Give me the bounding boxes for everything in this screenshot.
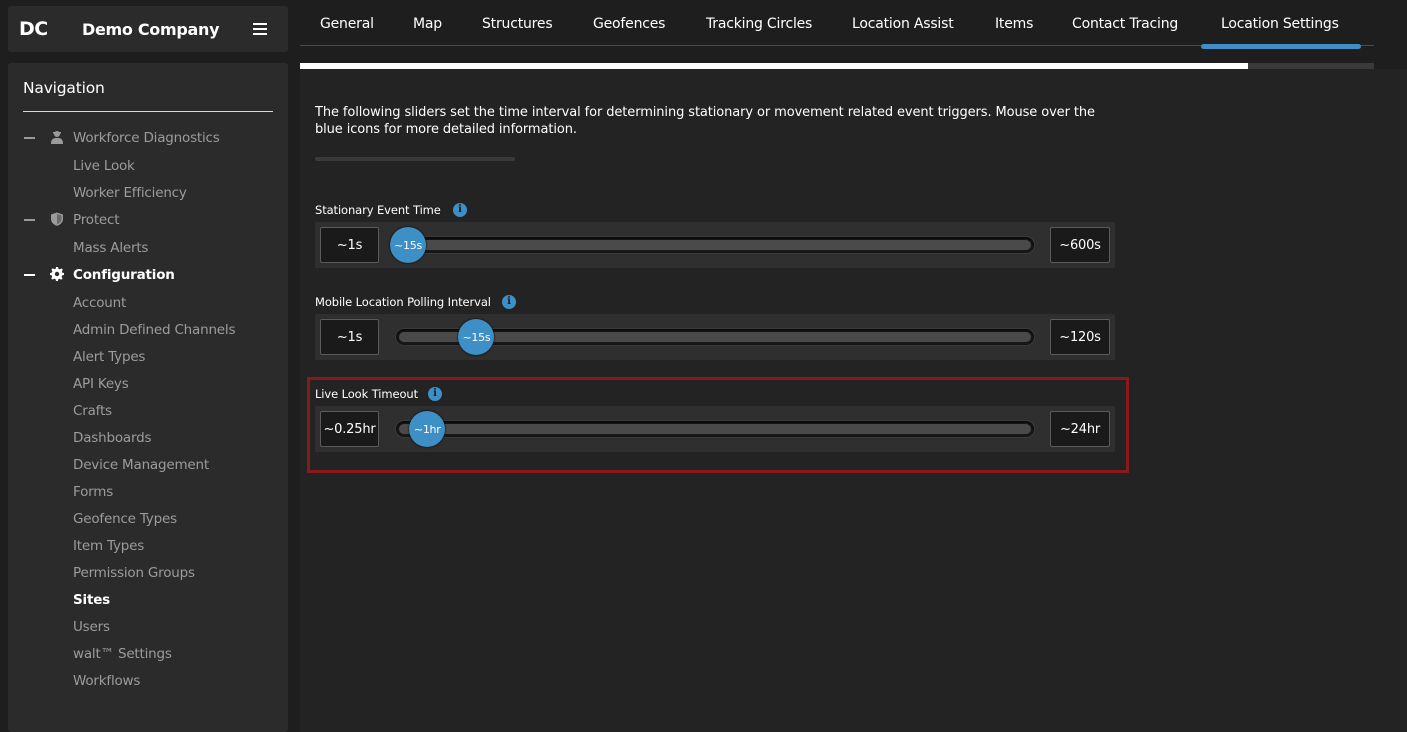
nav-title: Navigation: [23, 79, 105, 97]
slider-min-label: ~1s: [320, 227, 379, 263]
sidebar-item-label: Sites: [73, 591, 110, 608]
slider-label: Stationary Event Time: [315, 203, 441, 217]
slider-track-inner: [399, 240, 1031, 250]
highlight-box: [307, 377, 1129, 473]
active-tab-indicator: [1201, 44, 1361, 49]
slider-thumb[interactable]: ~15s: [390, 227, 426, 263]
sidebar-item-label: walt™ Settings: [73, 645, 172, 662]
sidebar-item-crafts[interactable]: Crafts: [8, 397, 288, 424]
sidebar-item-label: Worker Efficiency: [73, 184, 187, 201]
sidebar-item-live-look[interactable]: Live Look: [8, 152, 288, 179]
slider-label: Mobile Location Polling Interval: [315, 295, 491, 309]
sidebar-item-workflows[interactable]: Workflows: [8, 667, 288, 694]
slider-max-label: ~120s: [1050, 319, 1110, 355]
brand-header: DC Demo Company: [8, 6, 288, 52]
sidebar-item-label: Account: [73, 294, 127, 311]
company-logo: DC: [19, 18, 48, 40]
sidebar-item-item-types[interactable]: Item Types: [8, 532, 288, 559]
sidebar-item-walt-settings[interactable]: walt™ Settings: [8, 640, 288, 667]
tab-location-settings[interactable]: Location Settings: [1221, 16, 1339, 32]
sidebar-item-mass-alerts[interactable]: Mass Alerts: [8, 234, 288, 261]
slider-min-label: ~1s: [320, 319, 379, 355]
sidebar-item-label: Live Look: [73, 157, 135, 174]
sidebar-item-label: Geofence Types: [73, 510, 177, 527]
sidebar-item-api-keys[interactable]: API Keys: [8, 370, 288, 397]
sidebar-item-label: Alert Types: [73, 348, 146, 365]
tab-contact-tracing[interactable]: Contact Tracing: [1072, 16, 1178, 32]
sidebar-item-label: Configuration: [73, 267, 175, 283]
sidebar-item-label: Admin Defined Channels: [73, 321, 236, 338]
sidebar-item-admin-defined-channels[interactable]: Admin Defined Channels: [8, 316, 288, 343]
collapse-icon[interactable]: [24, 137, 35, 139]
slider-track[interactable]: [395, 236, 1035, 254]
hamburger-icon[interactable]: [253, 23, 268, 35]
sidebar: Navigation Workforce Diagnostics Live Loo…: [8, 63, 288, 732]
intro-text: The following sliders set the time inter…: [315, 105, 1095, 137]
tab-location-assist[interactable]: Location Assist: [852, 16, 954, 32]
sidebar-item-label: Users: [73, 618, 110, 635]
sidebar-item-users[interactable]: Users: [8, 613, 288, 640]
sidebar-item-alert-types[interactable]: Alert Types: [8, 343, 288, 370]
sidebar-item-label: Permission Groups: [73, 564, 195, 581]
sidebar-item-label: Workflows: [73, 672, 141, 689]
sidebar-item-geofence-types[interactable]: Geofence Types: [8, 505, 288, 532]
sidebar-item-permission-groups[interactable]: Permission Groups: [8, 559, 288, 586]
collapse-icon[interactable]: [24, 274, 35, 276]
tab-general[interactable]: General: [320, 16, 374, 32]
slider-panel: ~1s ~15s ~120s: [315, 314, 1115, 360]
nav-divider: [23, 111, 273, 112]
tab-structures[interactable]: Structures: [482, 16, 553, 32]
slider-panel: ~1s ~15s ~600s: [315, 222, 1115, 268]
sidebar-item-label: Dashboards: [73, 429, 152, 446]
tab-map[interactable]: Map: [413, 16, 442, 32]
slider-max-label: ~600s: [1050, 227, 1110, 263]
sidebar-item-label: Protect: [73, 212, 120, 228]
sidebar-item-label: Crafts: [73, 402, 112, 419]
worker-icon: [50, 130, 64, 144]
shield-icon: [50, 212, 64, 226]
info-icon[interactable]: i: [453, 203, 467, 217]
tab-items[interactable]: Items: [995, 16, 1033, 32]
sidebar-item-worker-efficiency[interactable]: Worker Efficiency: [8, 179, 288, 206]
sidebar-item-label: Workforce Diagnostics: [73, 130, 220, 146]
sidebar-item-forms[interactable]: Forms: [8, 478, 288, 505]
sidebar-item-label: Forms: [73, 483, 114, 500]
intro-divider: [315, 157, 515, 161]
sidebar-item-protect[interactable]: Protect: [8, 206, 288, 234]
sidebar-item-label: Device Management: [73, 456, 209, 473]
info-icon[interactable]: i: [502, 295, 516, 309]
sidebar-item-sites[interactable]: Sites: [8, 586, 288, 613]
sidebar-item-label: API Keys: [73, 375, 129, 392]
sidebar-item-label: Item Types: [73, 537, 145, 554]
collapse-icon[interactable]: [24, 219, 35, 221]
sidebar-item-dashboards[interactable]: Dashboards: [8, 424, 288, 451]
company-name: Demo Company: [82, 19, 220, 39]
tab-bar: General Map Structures Geofences Tracking Ci…: [300, 0, 1374, 46]
slider-thumb[interactable]: ~15s: [458, 319, 495, 355]
nav-list: Workforce Diagnostics Live Look Worker Eff…: [8, 124, 288, 694]
sidebar-item-account[interactable]: Account: [8, 289, 288, 316]
tab-geofences[interactable]: Geofences: [593, 16, 665, 32]
gear-icon: [50, 267, 64, 281]
tab-tracking-circles[interactable]: Tracking Circles: [706, 16, 812, 32]
sidebar-item-workforce-diagnostics[interactable]: Workforce Diagnostics: [8, 124, 288, 152]
sidebar-item-label: Mass Alerts: [73, 239, 149, 256]
sidebar-item-configuration[interactable]: Configuration: [8, 261, 288, 289]
sidebar-item-device-management[interactable]: Device Management: [8, 451, 288, 478]
